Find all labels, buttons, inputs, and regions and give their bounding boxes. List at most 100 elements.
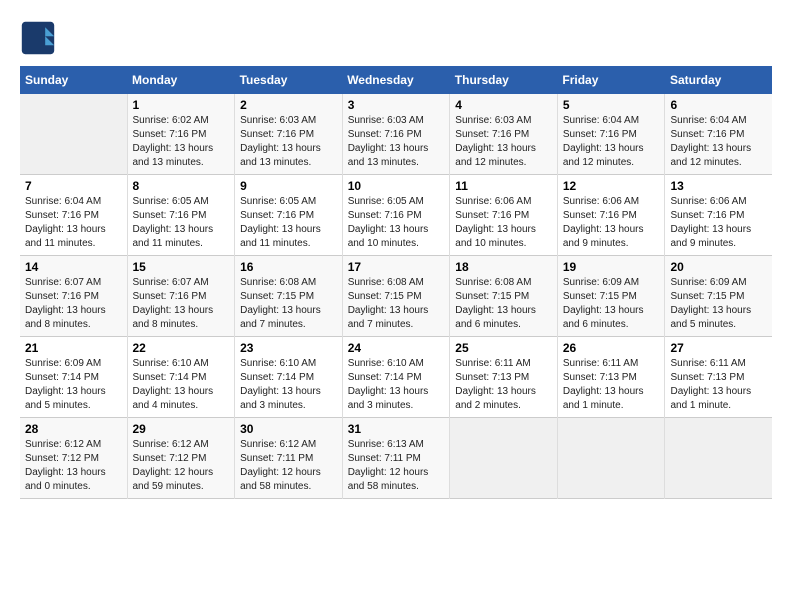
calendar-cell: 16 Sunrise: 6:08 AM Sunset: 7:15 PM Dayli… — [235, 256, 343, 337]
day-info: Sunrise: 6:09 AM Sunset: 7:15 PM Dayligh… — [563, 276, 660, 332]
calendar-cell: 10Sunrise: 6:05 AM Sunset: 7:16 PM Dayli… — [342, 175, 450, 256]
day-number: 11 — [455, 179, 552, 193]
day-info: Sunrise: 6:03 AM Sunset: 7:16 PM Dayligh… — [240, 114, 337, 170]
calendar-cell: 28Sunrise: 6:12 AM Sunset: 7:12 PM Dayli… — [20, 418, 127, 499]
day-info: Sunrise: 6:04 AM Sunset: 7:16 PM Dayligh… — [25, 195, 122, 251]
calendar-cell: 23 Sunrise: 6:10 AM Sunset: 7:14 PM Dayli… — [235, 337, 343, 418]
day-info: Sunrise: 6:08 AM Sunset: 7:15 PM Dayligh… — [240, 276, 337, 332]
day-number: 15 — [133, 260, 230, 274]
calendar-cell: 22 Sunrise: 6:10 AM Sunset: 7:14 PM Dayli… — [127, 337, 235, 418]
day-info: Sunrise: 6:05 AM Sunset: 7:16 PM Dayligh… — [240, 195, 337, 251]
day-number: 14 — [25, 260, 122, 274]
calendar-week-row: 21Sunrise: 6:09 AM Sunset: 7:14 PM Dayli… — [20, 337, 772, 418]
day-number: 12 — [563, 179, 660, 193]
weekday-header-wednesday: Wednesday — [342, 66, 450, 94]
day-info: Sunrise: 6:09 AM Sunset: 7:14 PM Dayligh… — [25, 357, 122, 413]
calendar-cell — [557, 418, 665, 499]
calendar-cell: 4 Sunrise: 6:03 AM Sunset: 7:16 PM Daylig… — [450, 94, 558, 175]
day-number: 25 — [455, 341, 552, 355]
calendar-cell — [450, 418, 558, 499]
day-number: 8 — [133, 179, 230, 193]
day-info: Sunrise: 6:10 AM Sunset: 7:14 PM Dayligh… — [133, 357, 230, 413]
calendar-cell: 5Sunrise: 6:04 AM Sunset: 7:16 PM Daylig… — [557, 94, 665, 175]
day-number: 23 — [240, 341, 337, 355]
day-info: Sunrise: 6:11 AM Sunset: 7:13 PM Dayligh… — [563, 357, 660, 413]
day-info: Sunrise: 6:12 AM Sunset: 7:11 PM Dayligh… — [240, 438, 337, 494]
day-number: 5 — [563, 98, 660, 112]
calendar-table: SundayMondayTuesdayWednesdayThursdayFrid… — [20, 66, 772, 499]
day-info: Sunrise: 6:06 AM Sunset: 7:16 PM Dayligh… — [670, 195, 767, 251]
day-number: 16 — [240, 260, 337, 274]
calendar-cell: 7 Sunrise: 6:04 AM Sunset: 7:16 PM Daylig… — [20, 175, 127, 256]
day-info: Sunrise: 6:10 AM Sunset: 7:14 PM Dayligh… — [240, 357, 337, 413]
day-number: 31 — [348, 422, 445, 436]
day-info: Sunrise: 6:08 AM Sunset: 7:15 PM Dayligh… — [348, 276, 445, 332]
day-number: 26 — [563, 341, 660, 355]
day-info: Sunrise: 6:09 AM Sunset: 7:15 PM Dayligh… — [670, 276, 767, 332]
day-info: Sunrise: 6:11 AM Sunset: 7:13 PM Dayligh… — [455, 357, 552, 413]
calendar-cell: 30 Sunrise: 6:12 AM Sunset: 7:11 PM Dayli… — [235, 418, 343, 499]
day-number: 17 — [348, 260, 445, 274]
day-number: 7 — [25, 179, 122, 193]
day-info: Sunrise: 6:07 AM Sunset: 7:16 PM Dayligh… — [133, 276, 230, 332]
calendar-week-row: 7 Sunrise: 6:04 AM Sunset: 7:16 PM Daylig… — [20, 175, 772, 256]
weekday-header-saturday: Saturday — [665, 66, 772, 94]
day-info: Sunrise: 6:12 AM Sunset: 7:12 PM Dayligh… — [133, 438, 230, 494]
day-info: Sunrise: 6:03 AM Sunset: 7:16 PM Dayligh… — [455, 114, 552, 170]
day-info: Sunrise: 6:05 AM Sunset: 7:16 PM Dayligh… — [133, 195, 230, 251]
calendar-cell — [20, 94, 127, 175]
calendar-cell: 25 Sunrise: 6:11 AM Sunset: 7:13 PM Dayli… — [450, 337, 558, 418]
calendar-cell: 6 Sunrise: 6:04 AM Sunset: 7:16 PM Daylig… — [665, 94, 772, 175]
day-info: Sunrise: 6:13 AM Sunset: 7:11 PM Dayligh… — [348, 438, 445, 494]
day-number: 22 — [133, 341, 230, 355]
day-info: Sunrise: 6:04 AM Sunset: 7:16 PM Dayligh… — [670, 114, 767, 170]
calendar-cell: 19 Sunrise: 6:09 AM Sunset: 7:15 PM Dayli… — [557, 256, 665, 337]
calendar-cell: 3 Sunrise: 6:03 AM Sunset: 7:16 PM Daylig… — [342, 94, 450, 175]
calendar-week-row: 14 Sunrise: 6:07 AM Sunset: 7:16 PM Dayli… — [20, 256, 772, 337]
calendar-week-row: 28 Sunrise: 6:12 AM Sunset: 7:12 PM Dayli… — [20, 418, 772, 499]
day-number: 13 — [670, 179, 767, 193]
calendar-cell: 18Sunrise: 6:08 AM Sunset: 7:15 PM Dayli… — [450, 256, 558, 337]
day-number: 10 — [348, 179, 445, 193]
calendar-cell: 29 Sunrise: 6:12 AM Sunset: 7:12 PM Dayli… — [127, 418, 235, 499]
day-number: 6 — [670, 98, 767, 112]
calendar-cell: 31 Sunrise: 6:13 AM Sunset: 7:11 PM Dayli… — [342, 418, 450, 499]
day-info: Sunrise: 6:07 AM Sunset: 7:16 PM Dayligh… — [25, 276, 122, 332]
day-number: 27 — [670, 341, 767, 355]
weekday-header-monday: Monday — [127, 66, 235, 94]
weekday-header-thursday: Thursday — [450, 66, 558, 94]
day-info: Sunrise: 6:08 AM Sunset: 7:15 PM Dayligh… — [455, 276, 552, 332]
day-number: 19 — [563, 260, 660, 274]
day-number: 4 — [455, 98, 552, 112]
day-number: 28 — [25, 422, 122, 436]
day-info: Sunrise: 6:06 AM Sunset: 7:16 PM Dayligh… — [563, 195, 660, 251]
calendar-week-row: 1Sunrise: 6:02 AM Sunset: 7:16 PM Daylig… — [20, 94, 772, 175]
calendar-cell: 26 Sunrise: 6:11 AM Sunset: 7:13 PM Dayli… — [557, 337, 665, 418]
calendar-cell: 15 Sunrise: 6:07 AM Sunset: 7:16 PM Dayli… — [127, 256, 235, 337]
day-number: 3 — [348, 98, 445, 112]
calendar-cell — [665, 418, 772, 499]
day-number: 20 — [670, 260, 767, 274]
day-info: Sunrise: 6:06 AM Sunset: 7:16 PM Dayligh… — [455, 195, 552, 251]
day-number: 29 — [133, 422, 230, 436]
day-info: Sunrise: 6:03 AM Sunset: 7:16 PM Dayligh… — [348, 114, 445, 170]
day-number: 1 — [133, 98, 230, 112]
day-number: 2 — [240, 98, 337, 112]
calendar-cell: 11 Sunrise: 6:06 AM Sunset: 7:16 PM Dayli… — [450, 175, 558, 256]
calendar-cell: 20 Sunrise: 6:09 AM Sunset: 7:15 PM Dayli… — [665, 256, 772, 337]
day-number: 9 — [240, 179, 337, 193]
calendar-cell: 2 Sunrise: 6:03 AM Sunset: 7:16 PM Daylig… — [235, 94, 343, 175]
calendar-header-row: SundayMondayTuesdayWednesdayThursdayFrid… — [20, 66, 772, 94]
calendar-cell: 17 Sunrise: 6:08 AM Sunset: 7:15 PM Dayli… — [342, 256, 450, 337]
calendar-cell: 13 Sunrise: 6:06 AM Sunset: 7:16 PM Dayli… — [665, 175, 772, 256]
calendar-cell: 1Sunrise: 6:02 AM Sunset: 7:16 PM Daylig… — [127, 94, 235, 175]
weekday-header-tuesday: Tuesday — [235, 66, 343, 94]
calendar-cell: 24Sunrise: 6:10 AM Sunset: 7:14 PM Dayli… — [342, 337, 450, 418]
day-info: Sunrise: 6:10 AM Sunset: 7:14 PM Dayligh… — [348, 357, 445, 413]
weekday-header-sunday: Sunday — [20, 66, 127, 94]
logo — [20, 20, 60, 56]
logo-icon — [20, 20, 56, 56]
calendar-cell: 12 Sunrise: 6:06 AM Sunset: 7:16 PM Dayli… — [557, 175, 665, 256]
calendar-cell: 27Sunrise: 6:11 AM Sunset: 7:13 PM Dayli… — [665, 337, 772, 418]
day-number: 30 — [240, 422, 337, 436]
